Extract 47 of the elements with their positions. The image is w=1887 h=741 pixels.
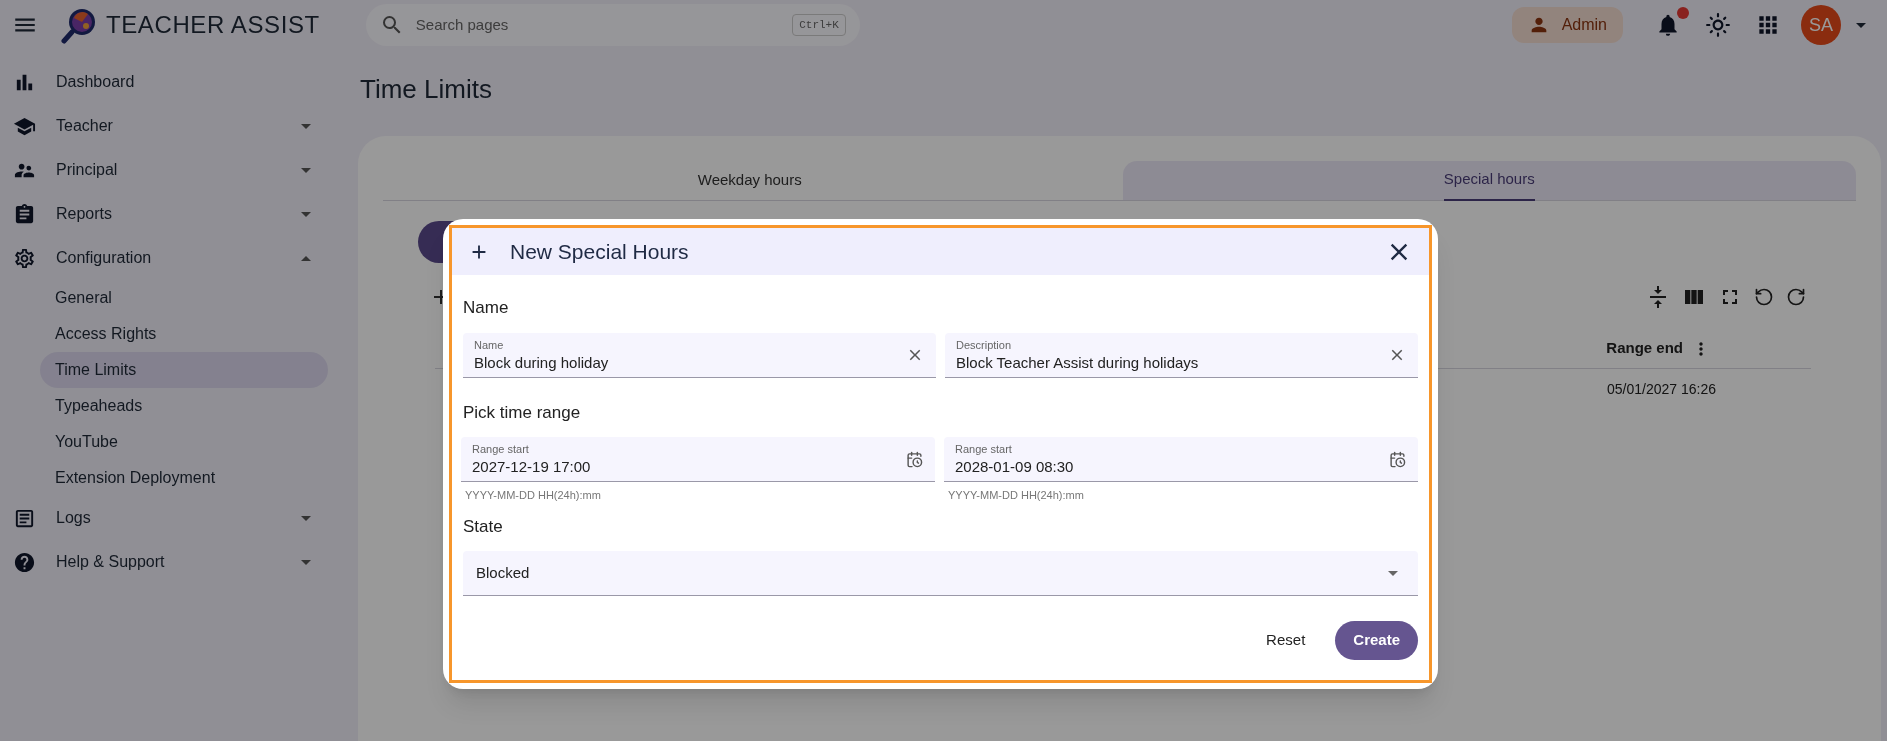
search-field[interactable]: Search pages Ctrl+K xyxy=(365,4,860,46)
rotate-left-icon[interactable] xyxy=(1754,287,1774,307)
sidebar-subitem[interactable]: Access Rights xyxy=(40,316,328,352)
column-header: Range end xyxy=(1606,338,1683,359)
text-field[interactable]: Name Block during holiday xyxy=(463,332,936,378)
logo-icon xyxy=(60,6,98,44)
sidebar-subitem[interactable]: Time Limits xyxy=(40,352,328,388)
helper-text: YYYY-MM-DD HH(24h):mm xyxy=(947,488,1085,503)
admin-button[interactable]: Admin xyxy=(1511,7,1623,43)
date-time-field[interactable]: Range start 2028-01-09 08:30 xyxy=(944,437,1418,482)
section-heading: Pick time range xyxy=(463,401,582,424)
text-field[interactable]: Description Block Teacher Assist during holidays xyxy=(945,332,1418,378)
clipboard-icon xyxy=(13,202,36,226)
sidebar-item[interactable]: Principal xyxy=(0,148,358,192)
shortcut-key: Ctrl+K xyxy=(792,13,846,37)
rotate-right-icon[interactable] xyxy=(1786,287,1806,307)
sidebar-item[interactable]: Reports xyxy=(0,192,358,236)
calendar-clock-icon[interactable] xyxy=(1389,450,1406,468)
reset-button[interactable]: Reset xyxy=(1258,621,1314,660)
section-heading: State xyxy=(463,515,504,538)
app-name: TEACHER ASSIST xyxy=(106,10,320,40)
user-avatar[interactable]: SA xyxy=(1801,5,1841,45)
sun-icon[interactable] xyxy=(1705,12,1731,38)
caret-icon xyxy=(1388,570,1398,576)
sidebar-item[interactable]: Configuration xyxy=(0,236,358,280)
sidebar-item[interactable]: Help & Support xyxy=(0,540,358,584)
dialog-title: New Special Hours xyxy=(510,238,690,265)
table-cell-text: 05/01/2027 16:26 xyxy=(1607,379,1716,399)
sidebar-item[interactable]: Dashboard xyxy=(0,60,358,104)
help-icon xyxy=(13,550,36,574)
sidebar-subitem[interactable]: YouTube xyxy=(40,424,328,460)
settings-icon xyxy=(13,246,36,270)
date-time-field[interactable]: Range start 2027-12-19 17:00 xyxy=(461,437,935,482)
section-heading: Name xyxy=(463,297,510,319)
sidebar-subitem[interactable]: Extension Deployment xyxy=(40,460,328,496)
tab[interactable]: Weekday hours xyxy=(383,161,1117,200)
state-select[interactable]: Blocked xyxy=(463,551,1418,596)
sidebar-item[interactable]: Teacher xyxy=(0,104,358,148)
caret-icon[interactable] xyxy=(1856,22,1866,28)
helper-text: YYYY-MM-DD HH(24h):mm xyxy=(464,488,602,503)
sidebar-item[interactable]: Logs xyxy=(0,496,358,540)
page-title: Time Limits xyxy=(360,73,493,106)
sidebar-subitem[interactable]: General xyxy=(40,280,328,316)
create-button[interactable]: Create xyxy=(1335,621,1418,660)
tab[interactable]: Special hours xyxy=(1122,161,1856,200)
calendar-clock-icon[interactable] xyxy=(906,450,923,468)
sidebar-subitem[interactable]: Typeaheads xyxy=(40,388,328,424)
